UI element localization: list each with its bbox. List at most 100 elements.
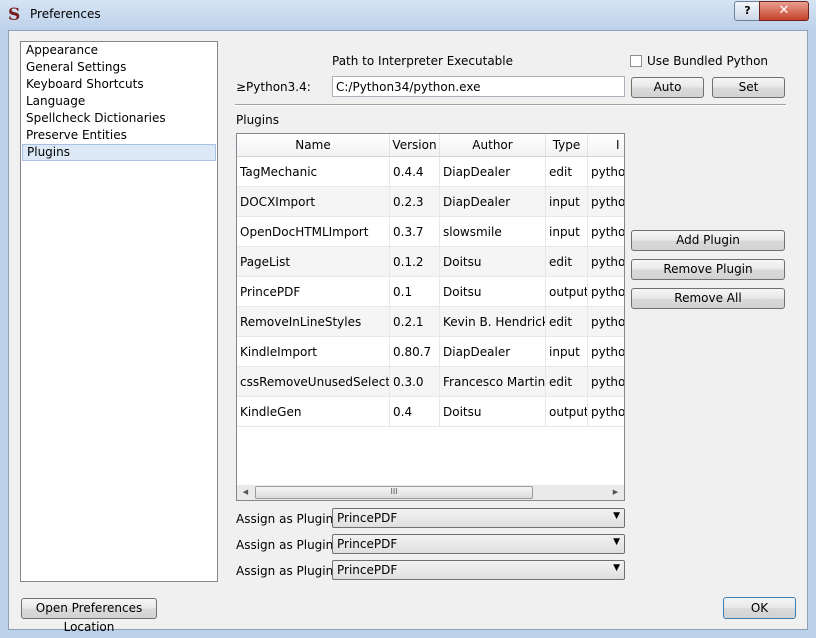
category-list[interactable]: Appearance General Settings Keyboard Sho… — [20, 41, 218, 582]
category-item-plugins[interactable]: Plugins — [22, 144, 216, 161]
cell-name: DOCXImport — [237, 187, 390, 217]
cell-author: DiapDealer — [440, 337, 546, 367]
cell-name: PageList — [237, 247, 390, 277]
interpreter-heading: Path to Interpreter Executable — [332, 54, 514, 68]
cell-version: 0.3.0 — [390, 367, 440, 397]
column-header-version[interactable]: Version — [390, 134, 440, 156]
remove-all-button[interactable]: Remove All — [631, 288, 785, 309]
column-header-type[interactable]: Type — [546, 134, 588, 156]
column-header-name[interactable]: Name — [237, 134, 390, 156]
assign-plugin-3-label: Assign as Plugin 3 — [236, 564, 345, 578]
cell-version: 0.2.3 — [390, 187, 440, 217]
table-header: Name Version Author Type I — [237, 134, 624, 157]
cell-name: KindleImport — [237, 337, 390, 367]
cell-type: input — [546, 217, 588, 247]
table-row[interactable]: cssRemoveUnusedSelectors0.3.0Francesco M… — [237, 367, 624, 397]
assign-plugin-2-select[interactable]: PrincePDF ▼ — [332, 534, 625, 554]
category-item-keyboard-shortcuts[interactable]: Keyboard Shortcuts — [22, 76, 216, 93]
sigil-app-icon: S — [8, 5, 21, 25]
cell-type: input — [546, 337, 588, 367]
category-item-appearance[interactable]: Appearance — [22, 42, 216, 59]
assign-plugin-3-value: PrincePDF — [337, 563, 398, 577]
cell-interpreter: python — [588, 277, 624, 307]
table-row[interactable]: KindleImport0.80.7DiapDealerinputpython — [237, 337, 624, 367]
cell-name: cssRemoveUnusedSelectors — [237, 367, 390, 397]
plugins-section-label: Plugins — [236, 113, 279, 127]
assign-plugin-1-label: Assign as Plugin 1 — [236, 512, 345, 526]
scroll-thumb[interactable]: III — [255, 486, 533, 499]
cell-version: 0.80.7 — [390, 337, 440, 367]
assign-plugin-3-select[interactable]: PrincePDF ▼ — [332, 560, 625, 580]
cell-version: 0.3.7 — [390, 217, 440, 247]
cell-name: RemoveInLineStyles — [237, 307, 390, 337]
scroll-right-arrow[interactable]: ▶ — [607, 485, 624, 500]
cell-name: PrincePDF — [237, 277, 390, 307]
close-button[interactable]: ✕ — [759, 1, 809, 21]
cell-type: edit — [546, 247, 588, 277]
cell-version: 0.4 — [390, 397, 440, 427]
cell-name: TagMechanic — [237, 157, 390, 187]
table-row[interactable]: TagMechanic0.4.4DiapDealereditpython — [237, 157, 624, 187]
column-header-interpreter[interactable]: I — [588, 134, 624, 156]
cell-author: Francesco Martini — [440, 367, 546, 397]
category-item-language[interactable]: Language — [22, 93, 216, 110]
set-button[interactable]: Set — [712, 77, 785, 98]
table-row[interactable]: DOCXImport0.2.3DiapDealerinputpython — [237, 187, 624, 217]
cell-interpreter: python — [588, 187, 624, 217]
category-item-preserve-entities[interactable]: Preserve Entities — [22, 127, 216, 144]
assign-plugin-1-select[interactable]: PrincePDF ▼ — [332, 508, 625, 528]
auto-button[interactable]: Auto — [631, 77, 704, 98]
table-row[interactable]: KindleGen0.4Doitsuoutputpython — [237, 397, 624, 427]
cell-interpreter: python — [588, 337, 624, 367]
cell-interpreter: python — [588, 157, 624, 187]
cell-author: DiapDealer — [440, 187, 546, 217]
cell-type: output — [546, 277, 588, 307]
dialog-body: Appearance General Settings Keyboard Sho… — [8, 30, 808, 634]
help-button[interactable]: ? — [734, 1, 761, 21]
table-row[interactable]: PageList0.1.2Doitsueditpython — [237, 247, 624, 277]
section-divider — [235, 104, 786, 106]
category-item-spellcheck-dictionaries[interactable]: Spellcheck Dictionaries — [22, 110, 216, 127]
python-version-label: ≥Python3.4: — [236, 80, 311, 94]
cell-author: DiapDealer — [440, 157, 546, 187]
chevron-down-icon: ▼ — [613, 563, 620, 573]
interpreter-path-input[interactable] — [332, 76, 625, 97]
cell-version: 0.1 — [390, 277, 440, 307]
open-preferences-location-button[interactable]: Open Preferences Location — [21, 598, 157, 634]
cell-version: 0.1.2 — [390, 247, 440, 277]
chevron-down-icon: ▼ — [613, 537, 620, 547]
cell-author: Kevin B. Hendricks — [440, 307, 546, 337]
column-header-author[interactable]: Author — [440, 134, 546, 156]
add-plugin-button[interactable]: Add Plugin — [631, 230, 785, 251]
table-row[interactable]: RemoveInLineStyles 0.2.1 Kevin B. Hendrick… — [237, 307, 624, 337]
remove-plugin-button[interactable]: Remove Plugin — [631, 259, 785, 280]
cell-interpreter: python — [588, 367, 624, 397]
table-row[interactable]: OpenDocHTMLImport 0.3.7 slowsmile input pyth… — [237, 217, 624, 247]
use-bundled-python-checkbox[interactable] — [630, 55, 642, 67]
scroll-left-arrow[interactable]: ◀ — [237, 485, 254, 500]
cell-version: 0.4.4 — [390, 157, 440, 187]
cell-author: Doitsu — [440, 397, 546, 427]
cell-name: KindleGen — [237, 397, 390, 427]
cell-interpreter: python — [588, 397, 624, 427]
use-bundled-python-label: Use Bundled Python — [647, 54, 769, 68]
window-title: Preferences — [30, 7, 101, 21]
category-item-general-settings[interactable]: General Settings — [22, 59, 216, 76]
assign-plugin-2-label: Assign as Plugin 2 — [236, 538, 345, 552]
cell-type: edit — [546, 157, 588, 187]
cell-author: Doitsu — [440, 247, 546, 277]
cell-version: 0.2.1 — [390, 307, 440, 337]
cell-type: output — [546, 397, 588, 427]
ok-button[interactable]: OK — [723, 597, 796, 619]
assign-plugin-2-value: PrincePDF — [337, 537, 398, 551]
cell-interpreter: python — [588, 247, 624, 277]
title-bar: S Preferences ? ✕ — [0, 0, 816, 30]
cell-interpreter: python — [588, 217, 624, 247]
chevron-down-icon: ▼ — [613, 511, 620, 521]
horizontal-scrollbar[interactable]: ◀ III ▶ — [237, 485, 624, 500]
cell-type: edit — [546, 367, 588, 397]
cell-author: slowsmile — [440, 217, 546, 247]
plugins-table[interactable]: Name Version Author Type I TagMechanic 0.… — [236, 133, 625, 501]
table-row[interactable]: PrincePDF0.1Doitsuoutputpython — [237, 277, 624, 307]
cell-type: input — [546, 187, 588, 217]
